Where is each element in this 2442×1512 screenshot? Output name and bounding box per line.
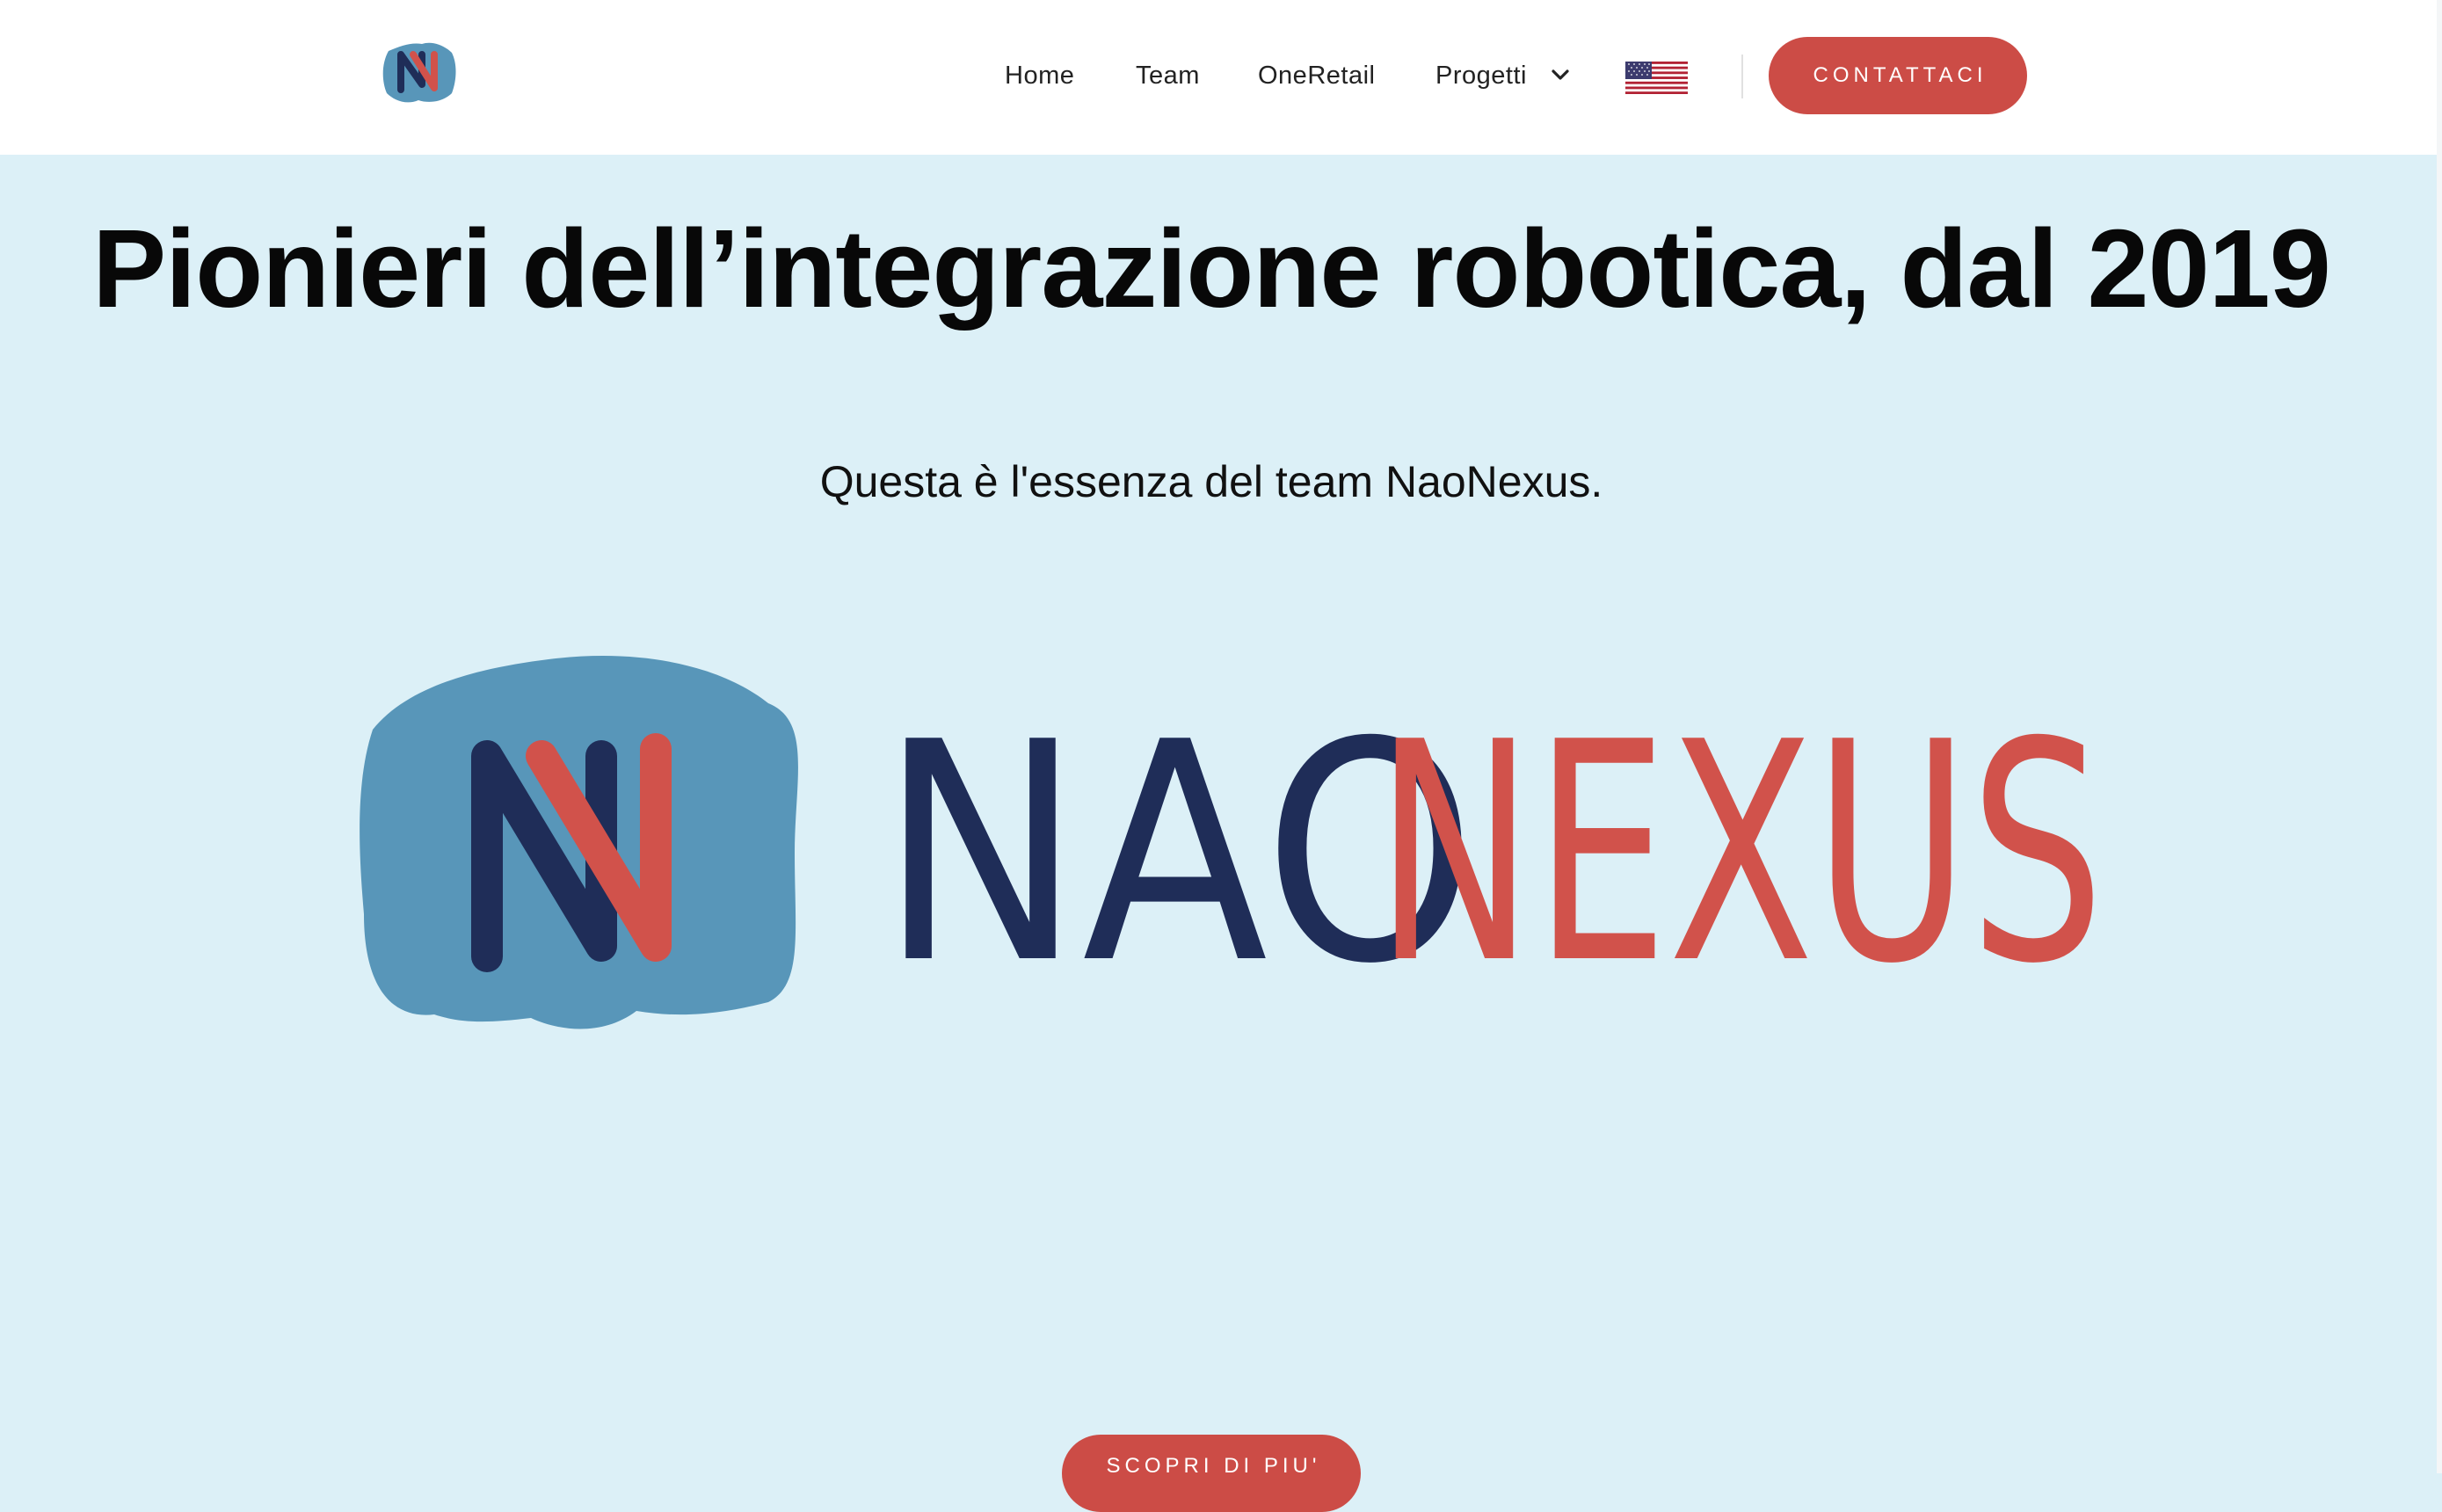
contact-button[interactable]: CONTATTACI	[1769, 37, 2027, 114]
logo-text-nexus: NEXUS	[1375, 679, 2104, 1030]
naonexus-logo: NAO NEXUS	[360, 655, 2104, 1030]
discover-more-button[interactable]: SCOPRI DI PIU'	[1062, 1435, 1361, 1512]
page-scroll-edge	[2437, 0, 2442, 1473]
nav-oneretail[interactable]: OneRetail	[1258, 56, 1375, 95]
hero-subtitle: Questa è l'essenza del team NaoNexus.	[819, 457, 1603, 506]
chevron-down-icon[interactable]	[1549, 63, 1572, 86]
nav-divider	[1741, 55, 1743, 98]
us-flag-icon[interactable]	[1625, 62, 1688, 94]
hero-title: Pionieri dell’integrazione robotica, dal…	[92, 207, 2331, 331]
nav-progetti[interactable]: Progetti	[1435, 56, 1527, 95]
nav-team[interactable]: Team	[1136, 56, 1200, 95]
site-logo-icon[interactable]	[382, 39, 457, 105]
site-header: Home Team OneRetail Progetti CONTATTACI	[0, 0, 2437, 155]
nav-home[interactable]: Home	[1005, 56, 1074, 95]
